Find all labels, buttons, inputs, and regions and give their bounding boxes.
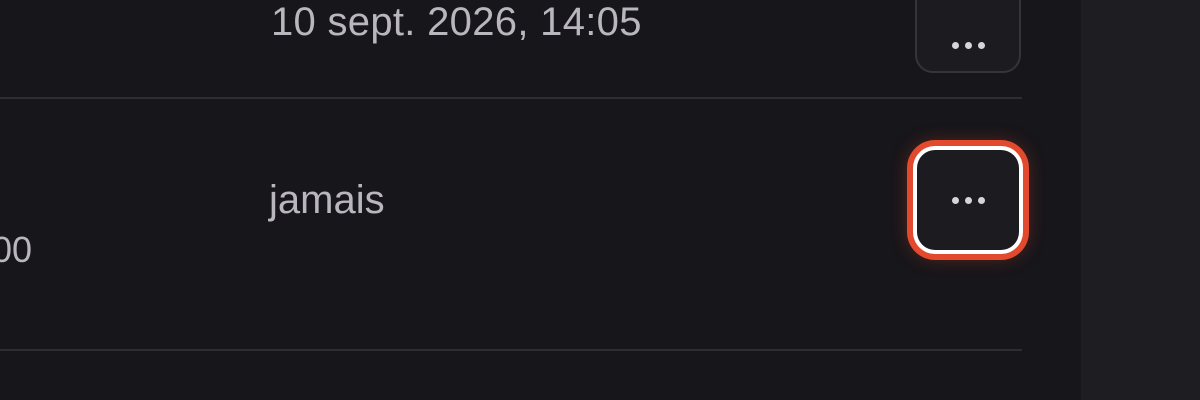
side-panel bbox=[1081, 0, 1200, 400]
partial-cell-text: 00 bbox=[0, 229, 33, 270]
row-divider bbox=[0, 349, 1022, 351]
last-used-value: jamais bbox=[269, 178, 385, 222]
tokens-table: 10 sept. 2026, 14:05 00 jamais bbox=[0, 0, 1022, 400]
row-actions-button[interactable] bbox=[915, 0, 1021, 73]
more-horizontal-icon bbox=[951, 42, 985, 49]
table-row bbox=[0, 98, 1022, 351]
more-horizontal-icon bbox=[951, 196, 985, 204]
row-actions-button-highlighted[interactable] bbox=[917, 150, 1019, 250]
last-used-date: 10 sept. 2026, 14:05 bbox=[271, 0, 642, 44]
page: 10 sept. 2026, 14:05 00 jamais bbox=[0, 0, 1200, 400]
